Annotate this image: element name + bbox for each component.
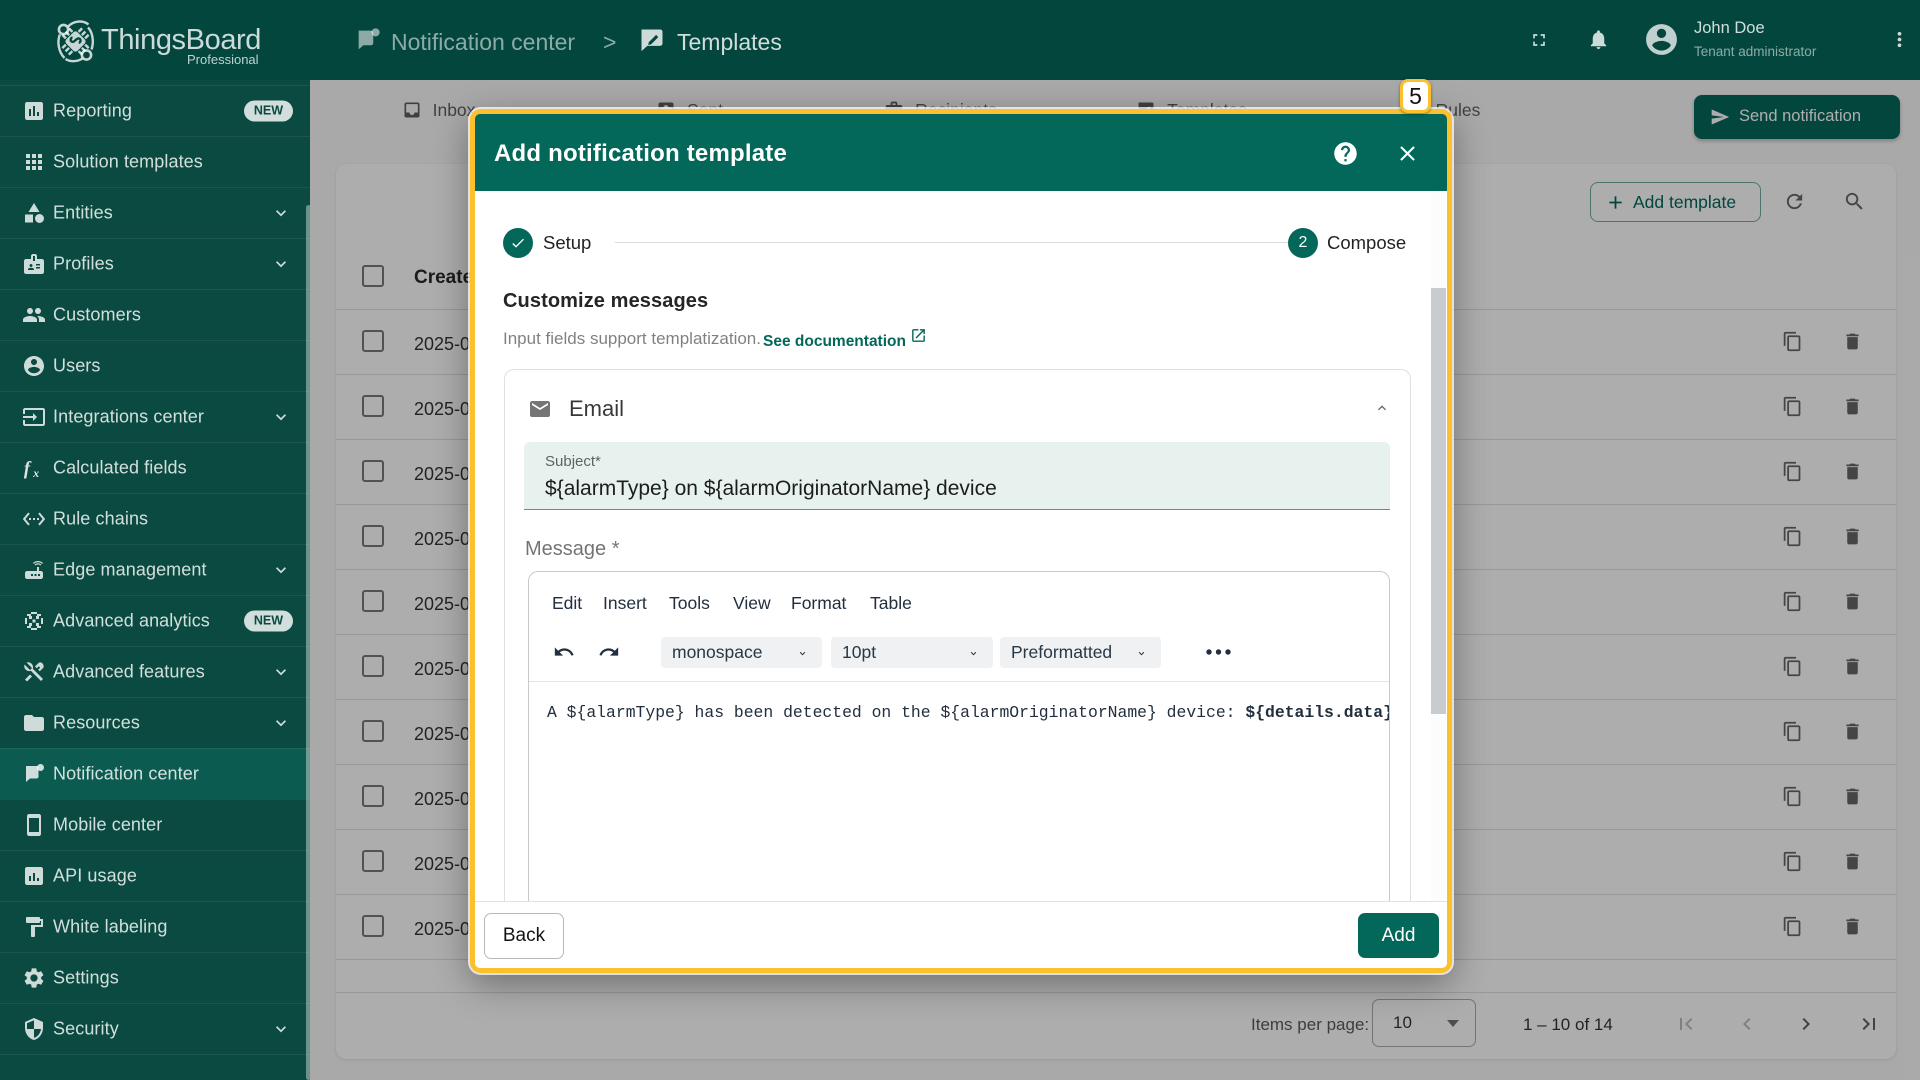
svg-text:x: x: [32, 466, 39, 480]
svg-text:f: f: [24, 458, 32, 478]
